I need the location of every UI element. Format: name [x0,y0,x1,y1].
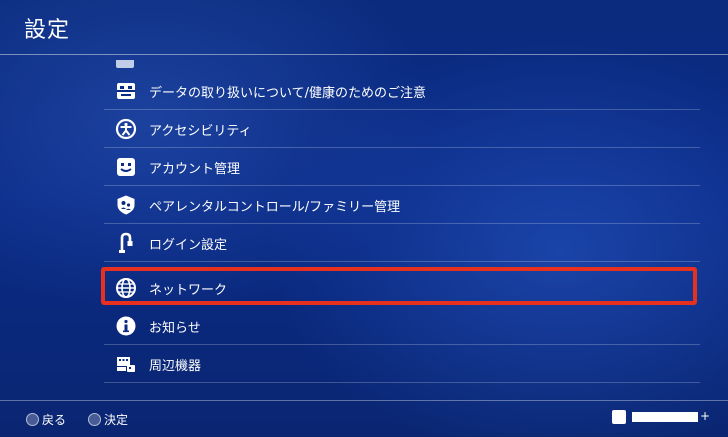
health-safety-icon [115,80,137,102]
menu-item-label: ログイン設定 [149,238,228,253]
header: 設定 [0,0,728,55]
page-title: 設定 [24,18,71,43]
menu-item-parental-control[interactable]: ペアレンタルコントロール/ファミリー管理 [104,186,700,224]
login-icon [115,232,137,254]
accessibility-icon [115,118,137,140]
user-name-redacted [632,412,698,422]
menu-item-label: データの取り扱いについて/健康のためのご注意 [149,86,426,101]
menu-item-label: お知らせ [149,321,201,336]
devices-icon [115,353,137,375]
menu-item-label: アクセシビリティ [149,124,252,139]
menu-item-health-safety[interactable]: データの取り扱いについて/健康のためのご注意 [104,72,700,110]
menu-item-account[interactable]: アカウント管理 [104,148,700,186]
user-info: + [612,409,712,427]
user-avatar-icon [612,410,626,424]
menu-item-accessibility[interactable]: アクセシビリティ [104,110,700,148]
header-divider [0,54,728,55]
menu-item-label: ペアレンタルコントロール/ファミリー管理 [149,200,401,215]
partial-item-icon [116,60,134,68]
back-label: 戻る [42,413,67,427]
menu-item-label: アカウント管理 [149,162,241,177]
cross-button-icon [26,413,39,426]
confirm-hint[interactable]: 決定 [88,411,128,428]
info-icon [115,315,137,337]
circle-button-icon [88,413,101,426]
parental-control-icon [115,194,137,216]
plus-badge: + [700,409,711,423]
account-icon [115,156,137,178]
menu-item-devices[interactable]: 周辺機器 [104,345,700,383]
menu-item-notifications[interactable]: お知らせ [104,307,700,345]
back-hint[interactable]: 戻る [26,411,66,428]
menu-item-login-settings[interactable]: ログイン設定 [104,224,700,262]
confirm-label: 決定 [104,413,129,427]
footer-divider [0,400,728,401]
menu-item-label: 周辺機器 [149,359,202,374]
selection-highlight [101,267,697,305]
